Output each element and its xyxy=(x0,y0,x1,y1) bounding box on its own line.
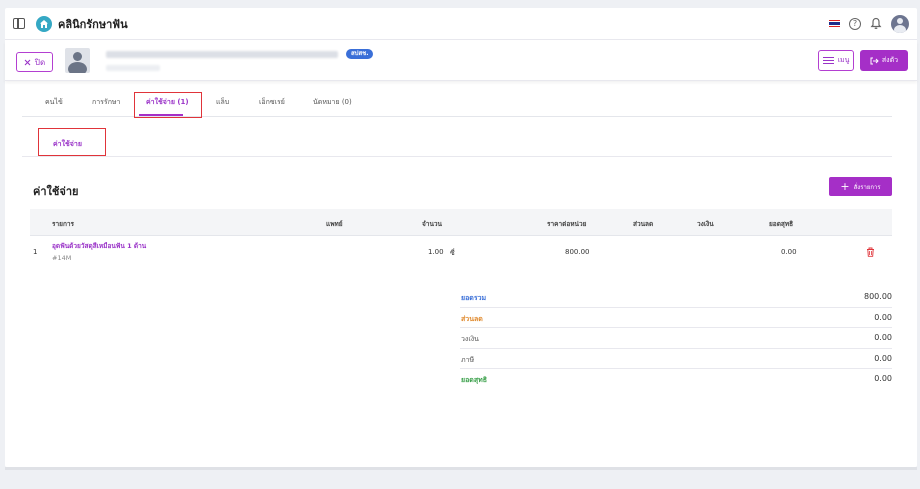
item-unit-price: 800.00 xyxy=(565,248,590,256)
summary-value: 0.00 xyxy=(874,374,892,383)
sidebar-toggle-icon[interactable] xyxy=(13,18,25,29)
patient-photo xyxy=(65,48,90,73)
tab-appointment[interactable]: นัดหมาย (0) xyxy=(313,97,352,108)
sign-out-icon xyxy=(870,57,879,64)
col-qty: จำนวน xyxy=(422,220,442,228)
top-bar: คลินิกรักษาฟัน ? xyxy=(5,8,917,40)
patient-name-redacted xyxy=(106,51,338,58)
item-unit: ซี่ xyxy=(450,249,455,257)
add-item-button[interactable]: + สั่งรายการ xyxy=(829,177,892,196)
table-header: รายการ แพทย์ จำนวน ราคาต่อหน่วย ส่วนลด ว… xyxy=(30,209,892,236)
menu-label: เมนู xyxy=(837,56,850,64)
summary-row-tax: ภาษี 0.00 xyxy=(460,349,892,369)
summary-label: ยอดรวม xyxy=(461,294,487,302)
summary-value: 800.00 xyxy=(864,292,892,301)
tab-treatment[interactable]: การรักษา xyxy=(92,97,120,108)
tab-xray[interactable]: เอ็กซเรย์ xyxy=(259,97,285,108)
close-icon xyxy=(24,59,31,65)
col-unit-price: ราคาต่อหน่วย xyxy=(547,220,587,228)
col-discount: ส่วนลด xyxy=(633,220,654,228)
clinic-logo-icon xyxy=(36,15,52,32)
send-label: ส่งตัว xyxy=(881,56,899,64)
hamburger-icon xyxy=(822,56,834,65)
bottom-edge xyxy=(5,467,917,470)
summary-label: ภาษี xyxy=(461,355,475,364)
close-label: ปิด xyxy=(34,57,46,67)
table-row[interactable]: 1 อุดฟันด้วยวัสดุสีเหมือนฟัน 1 ด้าน #14M… xyxy=(30,236,892,270)
content-panel: คนไข้ การรักษา ค่าใช้จ่าย (1) แล็บ เอ็กซ… xyxy=(22,88,892,448)
item-net: 0.00 xyxy=(781,248,797,256)
user-avatar[interactable] xyxy=(891,14,909,33)
subtab-divider xyxy=(22,156,892,157)
app-window: คลินิกรักษาฟัน ? ปิด สปสช. เมนู ส่งตัว ค… xyxy=(5,8,917,467)
col-doctor: แพทย์ xyxy=(326,220,343,228)
thai-flag-icon[interactable] xyxy=(829,19,840,28)
tab-highlight-box xyxy=(134,92,202,118)
add-item-label: สั่งรายการ xyxy=(853,183,881,191)
patient-bar: ปิด สปสช. เมนู ส่งตัว xyxy=(5,41,917,81)
send-referral-button[interactable]: ส่งตัว xyxy=(860,50,908,71)
help-icon[interactable]: ? xyxy=(849,17,861,30)
section-title: ค่าใช้จ่าย xyxy=(33,185,79,198)
col-net: ยอดสุทธิ xyxy=(769,220,794,228)
summary-label: ยอดสุทธิ xyxy=(461,376,488,384)
summary-row-net: ยอดสุทธิ 0.00 xyxy=(460,369,892,390)
summary-row-discount: ส่วนลด 0.00 xyxy=(460,308,892,328)
col-item: รายการ xyxy=(52,220,75,228)
close-button[interactable]: ปิด xyxy=(16,52,53,72)
summary-value: 0.00 xyxy=(874,353,892,363)
summary-value: 0.00 xyxy=(874,333,892,342)
subtab-highlight-box xyxy=(38,128,106,156)
summary-value: 0.00 xyxy=(874,312,892,322)
trash-icon[interactable] xyxy=(866,247,875,257)
bell-icon[interactable] xyxy=(870,17,882,30)
row-index: 1 xyxy=(33,248,38,256)
patient-info-redacted xyxy=(106,65,160,71)
item-qty: 1.00 xyxy=(428,248,444,256)
menu-button[interactable]: เมนู xyxy=(818,50,854,71)
tab-patient[interactable]: คนไข้ xyxy=(45,97,63,108)
plus-icon: + xyxy=(840,179,850,193)
app-title: คลินิกรักษาฟัน xyxy=(58,17,128,31)
status-badge: สปสช. xyxy=(346,49,374,59)
summary-panel: ยอดรวม 800.00 ส่วนลด 0.00 วงเงิน 0.00 ภา… xyxy=(460,287,892,390)
summary-label: ส่วนลด xyxy=(461,314,483,323)
summary-row-total: ยอดรวม 800.00 xyxy=(460,287,892,308)
tab-lab[interactable]: แล็บ xyxy=(216,97,229,108)
summary-row-limit: วงเงิน 0.00 xyxy=(460,328,892,349)
col-limit: วงเงิน xyxy=(697,220,714,228)
item-name[interactable]: อุดฟันด้วยวัสดุสีเหมือนฟัน 1 ด้าน xyxy=(52,241,146,251)
item-code: #14M xyxy=(52,254,72,262)
summary-label: วงเงิน xyxy=(461,335,479,343)
